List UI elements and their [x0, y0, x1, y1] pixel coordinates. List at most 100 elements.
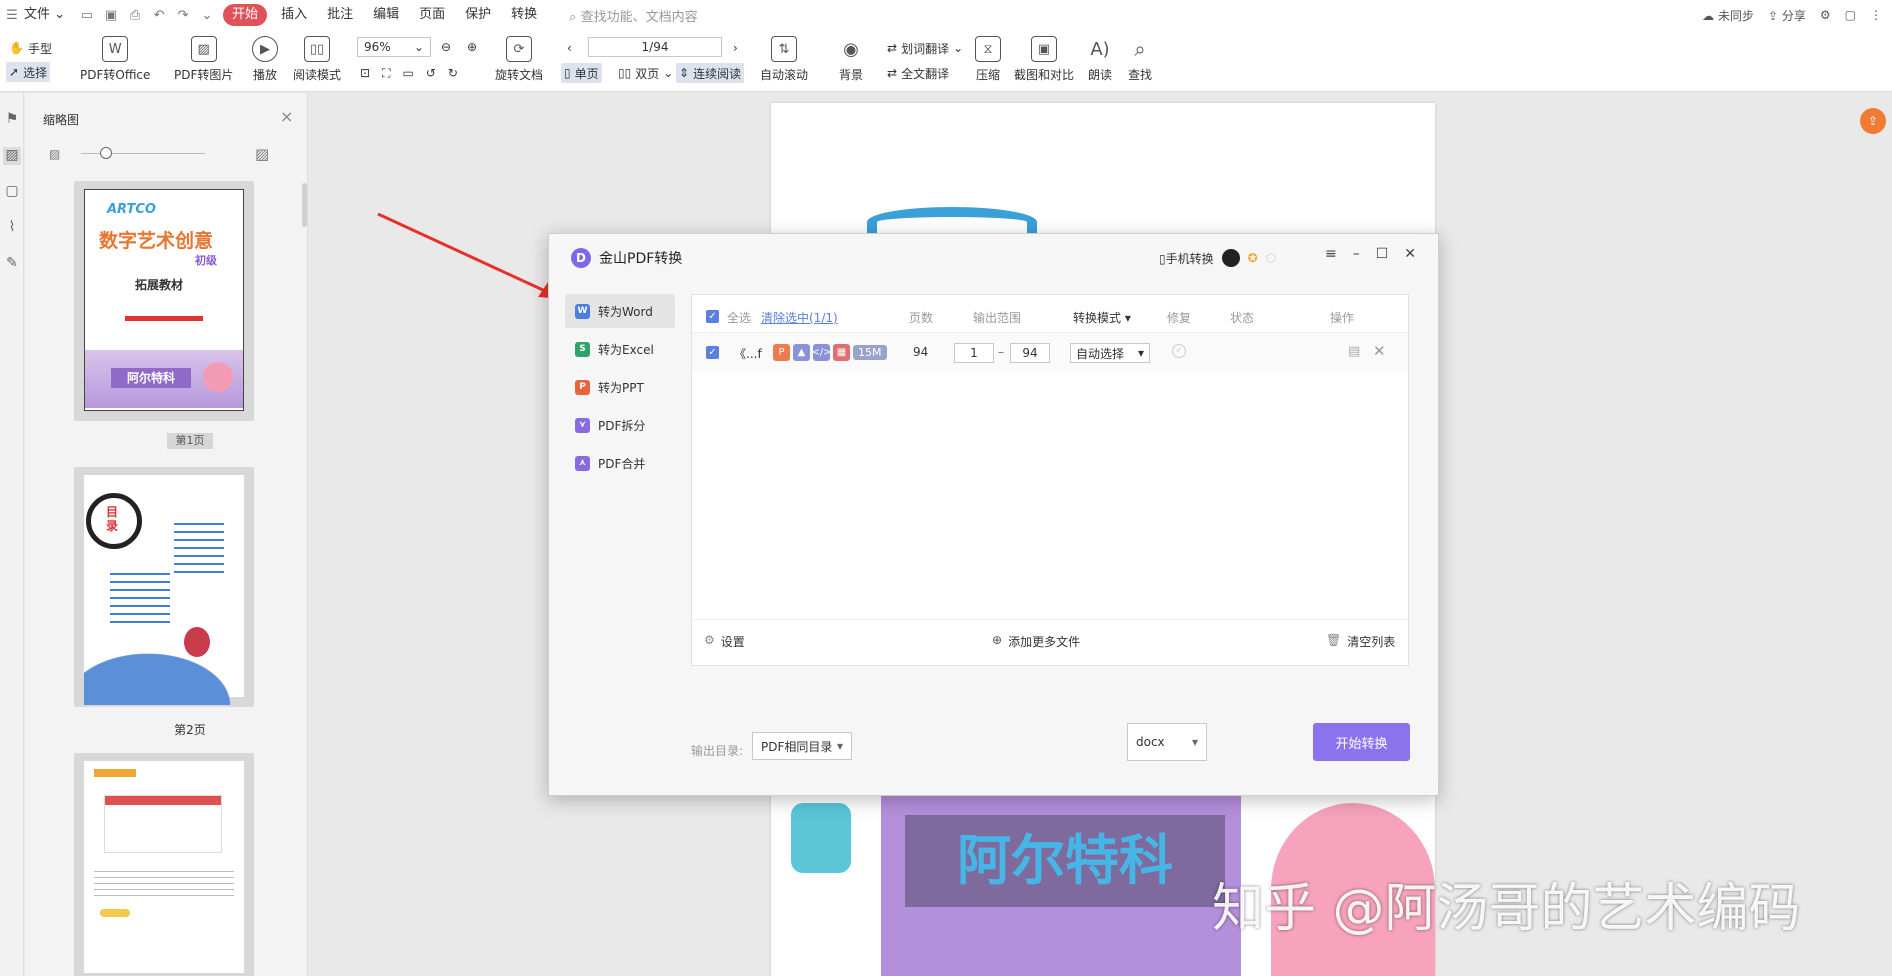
- nav-to-word[interactable]: W 转为Word: [565, 294, 675, 328]
- range-from-input[interactable]: 1: [954, 343, 994, 363]
- signature-icon[interactable]: ✎: [3, 255, 21, 273]
- avatar[interactable]: [1221, 249, 1240, 267]
- slider-handle[interactable]: [100, 147, 112, 159]
- undo-icon[interactable]: ↶: [147, 0, 171, 30]
- screenshot-compare-button[interactable]: ▣ 截图和对比: [1014, 36, 1074, 83]
- thumbnail-page-2[interactable]: 目录: [74, 467, 254, 707]
- tab-page[interactable]: 页面: [409, 0, 455, 30]
- more-icon[interactable]: ⋮: [1870, 8, 1882, 22]
- thumbnail-page-3[interactable]: [74, 753, 254, 976]
- zoom-select[interactable]: 96% ⌄: [357, 37, 431, 57]
- tab-annotate[interactable]: 批注: [317, 0, 363, 30]
- footer-divider: [692, 619, 1408, 620]
- tab-edit[interactable]: 编辑: [363, 0, 409, 30]
- find-button[interactable]: ⌕ 查找: [1127, 36, 1153, 83]
- nav-pdf-merge[interactable]: ⋏ PDF合并: [565, 446, 675, 480]
- table-row[interactable]: ✓ 《...f P ▲ </> ▦ 15M 94 1 – 94 自动选择 ▾ ✓ …: [692, 333, 1408, 373]
- page-number-input[interactable]: 1/94: [588, 37, 722, 57]
- single-page-label: 单页: [574, 66, 599, 81]
- double-page-button[interactable]: ▯▯ 双页 ⌄: [615, 63, 676, 83]
- nav-to-word-label: 转为Word: [598, 304, 653, 319]
- comment-icon[interactable]: ▢: [3, 183, 21, 201]
- start-convert-button[interactable]: 开始转换: [1313, 723, 1410, 761]
- tab-protect[interactable]: 保护: [455, 0, 501, 30]
- word-translate-button[interactable]: ⇄ 划词翻译 ⌄: [884, 38, 966, 58]
- close-icon[interactable]: ×: [280, 107, 293, 126]
- output-dir-select[interactable]: PDF相同目录 ▾: [752, 732, 852, 760]
- range-to-input[interactable]: 94: [1010, 343, 1050, 363]
- select-all-checkbox[interactable]: ✓: [706, 310, 719, 323]
- redo-icon[interactable]: ↷: [171, 0, 195, 30]
- open-folder-icon[interactable]: ▭: [75, 0, 99, 30]
- maximize-icon[interactable]: ☐: [1376, 246, 1389, 262]
- nav-pdf-split[interactable]: ⋎ PDF拆分: [565, 408, 675, 442]
- floating-app-icon[interactable]: ⇪: [1860, 108, 1886, 134]
- read-aloud-button[interactable]: A) 朗读: [1087, 36, 1113, 83]
- zoom-in-icon[interactable]: ⊕: [464, 37, 480, 57]
- header-mode[interactable]: 转换模式 ▾: [1073, 309, 1131, 326]
- sync-button[interactable]: ☁ 未同步: [1702, 7, 1754, 24]
- large-thumb-icon[interactable]: ▨: [255, 145, 269, 163]
- actual-size-icon[interactable]: ⊡: [360, 66, 370, 80]
- row-checkbox[interactable]: ✓: [706, 346, 719, 359]
- tab-start[interactable]: 开始: [223, 4, 268, 26]
- fit-width-icon[interactable]: ▭: [402, 66, 413, 80]
- format-select[interactable]: docx ▾: [1127, 723, 1207, 761]
- nav-to-ppt[interactable]: P 转为PPT: [565, 370, 675, 404]
- remove-file-icon[interactable]: ✕: [1373, 342, 1386, 360]
- auto-scroll-button[interactable]: ⇅ 自动滚动: [760, 36, 808, 83]
- tab-convert[interactable]: 转换: [501, 0, 547, 30]
- share-button[interactable]: ⇪ 分享: [1768, 7, 1806, 24]
- zoom-value: 96%: [364, 40, 391, 54]
- play-button[interactable]: ▶ 播放: [252, 36, 278, 83]
- thumbnail-page-1[interactable]: ARTCO 数字艺术创意 初级 拓展教材 阿尔特科: [74, 181, 254, 421]
- clear-list-button[interactable]: 🗑 清空列表: [1326, 633, 1395, 650]
- thumbnail-icon[interactable]: ▨: [3, 147, 21, 165]
- prev-page-icon[interactable]: ‹: [564, 38, 575, 58]
- file-menu[interactable]: 文件 ⌄: [24, 0, 75, 30]
- bookmark-icon[interactable]: ⚑: [3, 111, 21, 129]
- zoom-out-icon[interactable]: ⊖: [438, 37, 454, 57]
- search-input[interactable]: ⌕ 查找功能、文档内容: [569, 6, 697, 25]
- pdf-to-image-button[interactable]: ▨ PDF转图片: [174, 36, 233, 83]
- print-icon[interactable]: ⎙: [123, 0, 147, 30]
- close-icon[interactable]: ✕: [1404, 246, 1416, 262]
- mode-select[interactable]: 自动选择 ▾: [1070, 343, 1150, 363]
- file-info-icon[interactable]: ▤: [1348, 344, 1360, 359]
- rotate-left-icon[interactable]: ↺: [426, 66, 436, 80]
- fit-page-icon[interactable]: ⛶: [382, 66, 390, 81]
- attachment-icon[interactable]: ⌇: [3, 219, 21, 237]
- phone-convert-button[interactable]: ▯手机转换: [1159, 250, 1214, 267]
- rotate-right-icon[interactable]: ↻: [448, 66, 458, 80]
- save-icon[interactable]: ▣: [99, 0, 123, 30]
- background-button[interactable]: ◉ 背景: [838, 36, 864, 83]
- tab-insert[interactable]: 插入: [271, 0, 317, 30]
- compress-button[interactable]: ⧖ 压缩: [975, 36, 1001, 83]
- next-page-icon[interactable]: ›: [730, 38, 741, 58]
- continuous-read-button[interactable]: ⇕ 连续阅读: [676, 63, 745, 83]
- rotate-doc-button[interactable]: ⟳ 旋转文档: [495, 36, 543, 83]
- pdf-to-office-button[interactable]: W PDF转Office: [80, 36, 150, 83]
- minimize-icon[interactable]: –: [1353, 246, 1360, 262]
- settings-button[interactable]: ⚙ 设置: [704, 633, 745, 650]
- settings-icon[interactable]: ⚙: [1820, 8, 1831, 22]
- single-page-button[interactable]: ▯ 单页: [561, 63, 602, 83]
- range-to-value: 94: [1022, 346, 1038, 360]
- clear-selection-link[interactable]: 清除选中(1/1): [761, 309, 838, 326]
- small-thumb-icon[interactable]: ▨: [49, 147, 60, 161]
- nav-to-excel[interactable]: S 转为Excel: [565, 332, 675, 366]
- select-tool[interactable]: ➚ 选择: [6, 62, 51, 82]
- hamburger-icon[interactable]: ☰: [0, 0, 24, 30]
- output-dir-value: PDF相同目录: [761, 739, 833, 754]
- split-icon: ⋎: [575, 417, 590, 433]
- find-label: 查找: [1127, 68, 1152, 82]
- chevron-down-icon[interactable]: ⌄: [195, 0, 219, 30]
- message-icon[interactable]: ▢: [1845, 8, 1856, 22]
- page3-highlight: [100, 909, 130, 917]
- read-mode-button[interactable]: ▯▯ 阅读模式: [293, 36, 341, 83]
- full-translate-button[interactable]: ⇄ 全文翻译: [884, 63, 952, 83]
- menu-icon[interactable]: ≡: [1325, 246, 1337, 262]
- add-files-button[interactable]: ⊕ 添加更多文件: [992, 633, 1080, 650]
- thumbnail-scrollbar[interactable]: [302, 183, 307, 227]
- hand-tool[interactable]: ✋ 手型: [6, 38, 55, 58]
